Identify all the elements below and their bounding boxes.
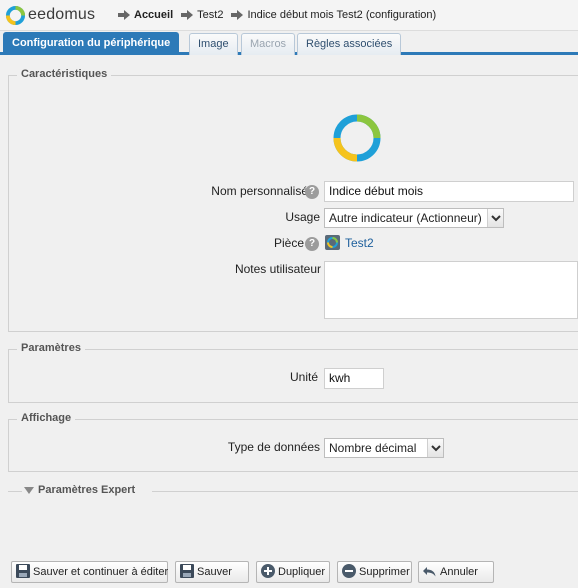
chevron-down-icon <box>427 439 443 457</box>
type-donnees-select[interactable]: Nombre décimal <box>324 438 444 458</box>
cancel-label: Annuler <box>440 566 478 578</box>
save-button[interactable]: Sauver <box>175 561 249 583</box>
device-ring-icon <box>333 114 381 162</box>
type-donnees-label: Type de données <box>227 440 320 454</box>
help-icon[interactable]: ? <box>305 185 319 199</box>
piece-link[interactable]: Test2 <box>345 236 374 250</box>
delete-label: Supprimer <box>359 566 410 578</box>
room-icon <box>325 235 340 250</box>
floppy-icon <box>180 564 194 579</box>
floppy-icon <box>16 564 30 579</box>
breadcrumb-arrow-icon <box>181 10 194 21</box>
tab-configuration[interactable]: Configuration du périphérique <box>3 32 180 55</box>
eedomus-logo-icon <box>5 5 26 26</box>
divider <box>152 491 578 492</box>
notes-label: Notes utilisateur <box>234 262 321 276</box>
duplicate-label: Dupliquer <box>278 566 326 578</box>
save-continue-button[interactable]: Sauver et continuer à éditer <box>11 561 168 583</box>
save-continue-label: Sauver et continuer à éditer <box>33 566 169 578</box>
breadcrumb-current: Indice début mois Test2 (configuration) <box>247 9 437 22</box>
fieldset-legend: Paramètres <box>17 342 85 354</box>
unite-label: Unité <box>289 370 318 384</box>
save-label: Sauver <box>197 566 232 578</box>
fieldset-parametres: Paramètres Unité kwh <box>8 342 578 403</box>
unite-input[interactable]: kwh <box>324 368 384 389</box>
parametres-expert-toggle[interactable]: Paramètres Expert <box>8 484 578 498</box>
divider <box>8 491 22 492</box>
logo-text: eedomus <box>28 6 96 23</box>
usage-select[interactable]: Autre indicateur (Actionneur) <box>324 208 504 228</box>
breadcrumb: Accueil Test2 Indice début mois Test2 (con… <box>118 9 444 21</box>
delete-button[interactable]: Supprimer <box>337 561 412 583</box>
fieldset-affichage: Affichage Type de données Nombre décimal <box>8 412 578 472</box>
fieldset-legend: Affichage <box>17 412 76 424</box>
usage-selected-value: Autre indicateur (Actionneur) <box>329 211 482 225</box>
triangle-down-icon <box>24 487 34 494</box>
piece-label: Pièce <box>273 236 304 250</box>
fieldset-caracteristiques: Caractéristiques Nom personnalisé ? Indi… <box>8 68 578 332</box>
breadcrumb-arrow-icon <box>231 10 244 21</box>
top-header: eedomus Accueil Test2 Indice début mois Te… <box>0 0 578 31</box>
duplicate-button[interactable]: Dupliquer <box>256 561 330 583</box>
nom-label: Nom personnalisé <box>211 184 308 198</box>
cancel-button[interactable]: Annuler <box>418 561 494 583</box>
type-donnees-selected-value: Nombre décimal <box>329 441 417 455</box>
nom-personnalise-input[interactable]: Indice début mois <box>324 181 574 202</box>
notes-textarea[interactable] <box>324 261 578 319</box>
help-icon[interactable]: ? <box>305 237 319 251</box>
tab-macros: Macros <box>241 33 296 55</box>
tab-image[interactable]: Image <box>189 33 238 55</box>
plus-circle-icon <box>261 564 275 579</box>
breadcrumb-room-link[interactable]: Test2 <box>197 9 223 21</box>
chevron-down-icon <box>487 209 503 227</box>
tab-regles-associees[interactable]: Règles associées <box>297 33 402 55</box>
minus-circle-icon <box>342 564 356 579</box>
undo-icon <box>423 567 436 577</box>
breadcrumb-home-link[interactable]: Accueil <box>134 9 173 21</box>
expert-legend: Paramètres Expert <box>38 484 136 496</box>
fieldset-legend: Caractéristiques <box>17 68 112 80</box>
usage-label: Usage <box>285 210 320 224</box>
breadcrumb-arrow-icon <box>118 10 130 21</box>
tab-bar: Configuration du périphérique Image Macr… <box>0 31 578 55</box>
